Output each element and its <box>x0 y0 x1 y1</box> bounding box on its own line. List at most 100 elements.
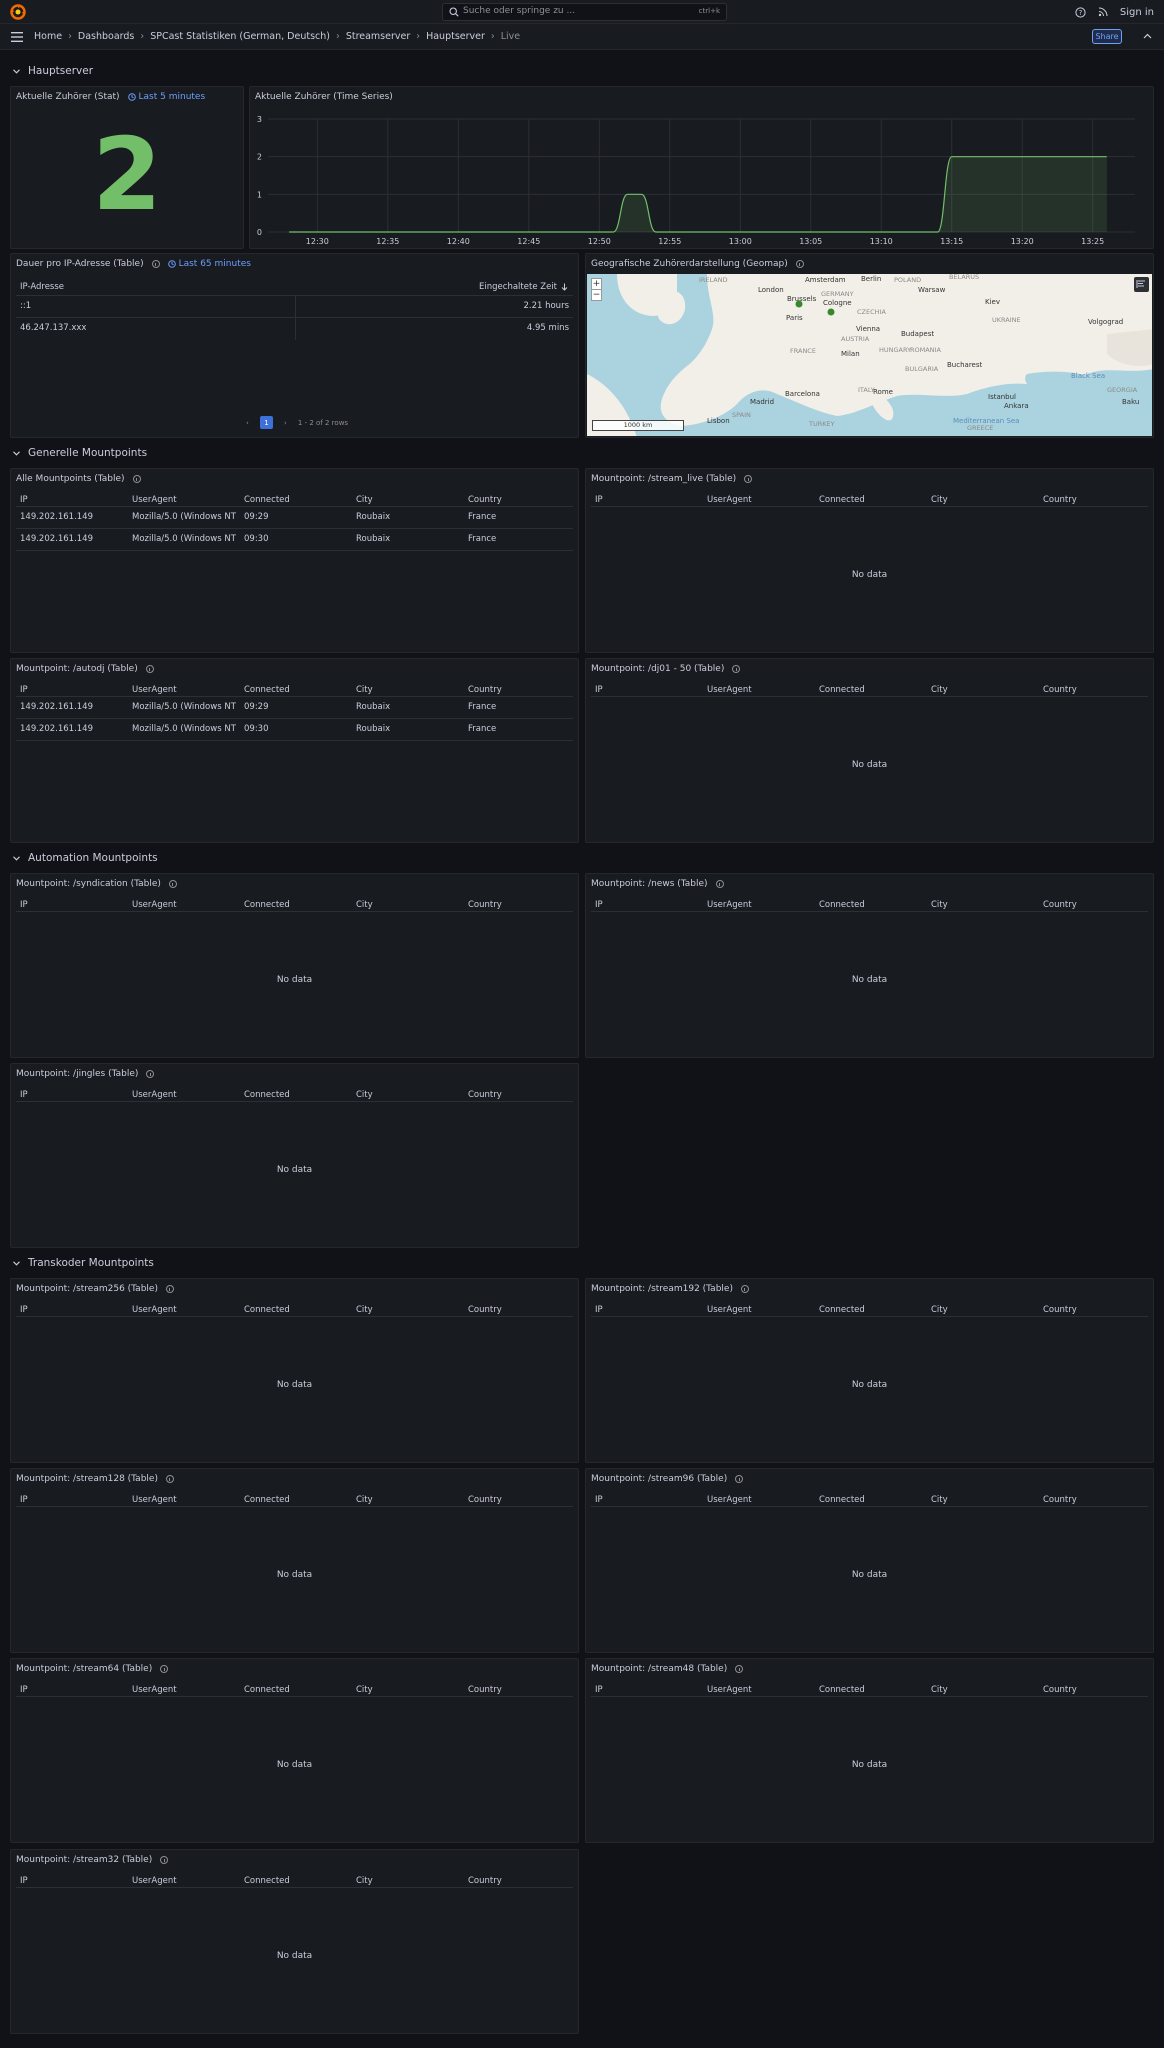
panel-title[interactable]: Mountpoint: /stream256 (Table) <box>16 1284 158 1294</box>
column-header[interactable]: City <box>931 900 948 910</box>
column-header[interactable]: UserAgent <box>707 1305 752 1315</box>
column-header[interactable]: Country <box>468 1305 502 1315</box>
info-icon[interactable] <box>145 665 154 673</box>
column-header[interactable]: Country <box>1043 685 1077 695</box>
info-icon[interactable] <box>160 1856 169 1864</box>
panel-title[interactable]: Mountpoint: /jingles (Table) <box>16 1069 138 1079</box>
panel-title[interactable]: Mountpoint: /stream32 (Table) <box>16 1855 152 1865</box>
column-header[interactable]: Country <box>468 1495 502 1505</box>
column-header[interactable]: City <box>931 1685 948 1695</box>
column-header[interactable]: IP <box>20 1495 28 1505</box>
help-icon[interactable]: ? <box>1075 6 1086 18</box>
breadcrumb-hauptserver[interactable]: Hauptserver <box>426 31 485 42</box>
row-generelle-mountpoints[interactable]: Generelle Mountpoints <box>13 447 147 459</box>
info-icon[interactable] <box>732 665 741 673</box>
column-header[interactable]: City <box>931 1305 948 1315</box>
column-header[interactable]: Connected <box>819 685 865 695</box>
column-header[interactable]: Country <box>1043 1685 1077 1695</box>
sort-down-icon[interactable] <box>561 283 568 291</box>
info-icon[interactable] <box>735 1665 744 1673</box>
column-header[interactable]: IP-Adresse <box>20 282 64 292</box>
column-header[interactable]: City <box>931 685 948 695</box>
map-view[interactable]: IRELAND Amsterdam Berlin POLAND BELARUS Londo… <box>587 274 1152 436</box>
info-icon[interactable] <box>146 1070 155 1078</box>
info-icon[interactable] <box>168 880 177 888</box>
info-icon[interactable] <box>165 1475 174 1483</box>
column-header[interactable]: IP <box>595 1495 603 1505</box>
column-header[interactable]: IP <box>20 1876 28 1886</box>
column-header[interactable]: Connected <box>244 1495 290 1505</box>
column-header[interactable]: City <box>356 1305 373 1315</box>
panel-title[interactable]: Mountpoint: /stream64 (Table) <box>16 1664 152 1674</box>
column-header[interactable]: IP <box>20 1090 28 1100</box>
panel-title[interactable]: Mountpoint: /stream96 (Table) <box>591 1474 727 1484</box>
column-header[interactable]: IP <box>595 495 603 505</box>
info-icon[interactable] <box>165 1285 174 1293</box>
column-header[interactable]: Connected <box>244 1876 290 1886</box>
rss-icon[interactable] <box>1098 7 1108 17</box>
column-header[interactable]: Connected <box>244 1305 290 1315</box>
column-header[interactable]: Country <box>468 1876 502 1886</box>
column-header[interactable]: UserAgent <box>132 900 177 910</box>
panel-title[interactable]: Mountpoint: /stream_live (Table) <box>591 474 736 484</box>
breadcrumb-folder[interactable]: SPCast Statistiken (German, Deutsch) <box>150 31 330 42</box>
column-header[interactable]: Connected <box>819 1495 865 1505</box>
column-header[interactable]: Country <box>1043 1305 1077 1315</box>
panel-title[interactable]: Mountpoint: /syndication (Table) <box>16 879 161 889</box>
column-header[interactable]: Connected <box>244 495 290 505</box>
column-header[interactable]: Country <box>1043 495 1077 505</box>
row-transkoder-mountpoints[interactable]: Transkoder Mountpoints <box>13 1257 154 1269</box>
column-header[interactable]: Connected <box>819 1305 865 1315</box>
column-header[interactable]: IP <box>20 495 28 505</box>
menu-icon[interactable] <box>11 32 23 42</box>
column-header[interactable]: City <box>356 1685 373 1695</box>
column-header[interactable]: City <box>356 495 373 505</box>
column-header[interactable]: Connected <box>819 495 865 505</box>
row-automation-mountpoints[interactable]: Automation Mountpoints <box>13 852 158 864</box>
info-icon[interactable] <box>160 1665 169 1673</box>
info-icon[interactable] <box>132 475 141 483</box>
column-header[interactable]: UserAgent <box>707 1685 752 1695</box>
zoom-in-button[interactable]: + <box>592 279 601 290</box>
row-hauptserver[interactable]: Hauptserver <box>13 65 93 77</box>
column-header[interactable]: Connected <box>244 900 290 910</box>
column-header[interactable]: Connected <box>244 685 290 695</box>
column-header[interactable]: UserAgent <box>132 685 177 695</box>
column-header[interactable]: Country <box>1043 1495 1077 1505</box>
column-header[interactable]: Connected <box>819 1685 865 1695</box>
column-header[interactable]: IP <box>20 1305 28 1315</box>
column-header[interactable]: IP <box>20 900 28 910</box>
column-header[interactable]: Country <box>468 495 502 505</box>
panel-title[interactable]: Mountpoint: /autodj (Table) <box>16 664 138 674</box>
column-header[interactable]: City <box>356 900 373 910</box>
sign-in-link[interactable]: Sign in <box>1120 7 1154 18</box>
column-header[interactable]: Country <box>1043 900 1077 910</box>
column-header[interactable]: UserAgent <box>707 1495 752 1505</box>
column-header[interactable]: IP <box>595 900 603 910</box>
column-header[interactable]: City <box>356 685 373 695</box>
breadcrumb-streamserver[interactable]: Streamserver <box>346 31 410 42</box>
panel-title[interactable]: Mountpoint: /stream128 (Table) <box>16 1474 158 1484</box>
column-header[interactable]: Eingechaltete Zeit <box>479 282 557 292</box>
info-icon[interactable] <box>744 475 753 483</box>
chevron-up-icon[interactable] <box>1143 33 1152 39</box>
panel-title[interactable]: Mountpoint: /stream48 (Table) <box>591 1664 727 1674</box>
column-header[interactable]: City <box>356 1090 373 1100</box>
info-icon[interactable] <box>735 1475 744 1483</box>
breadcrumb-dashboards[interactable]: Dashboards <box>78 31 135 42</box>
panel-title[interactable]: Aktuelle Zuhörer (Time Series) <box>255 92 393 102</box>
panel-title[interactable]: Mountpoint: /dj01 - 50 (Table) <box>591 664 724 674</box>
column-header[interactable]: City <box>356 1876 373 1886</box>
column-header[interactable]: IP <box>20 1685 28 1695</box>
column-header[interactable]: IP <box>20 685 28 695</box>
column-header[interactable]: City <box>356 1495 373 1505</box>
column-header[interactable]: IP <box>595 685 603 695</box>
prev-page-button[interactable]: ‹ <box>241 416 254 429</box>
column-header[interactable]: IP <box>595 1305 603 1315</box>
column-header[interactable]: UserAgent <box>707 495 752 505</box>
grafana-logo-icon[interactable] <box>10 4 26 20</box>
info-icon[interactable] <box>151 260 160 268</box>
breadcrumb-home[interactable]: Home <box>34 31 62 42</box>
next-page-button[interactable]: › <box>279 416 292 429</box>
panel-title[interactable]: Dauer pro IP-Adresse (Table) <box>16 259 144 269</box>
